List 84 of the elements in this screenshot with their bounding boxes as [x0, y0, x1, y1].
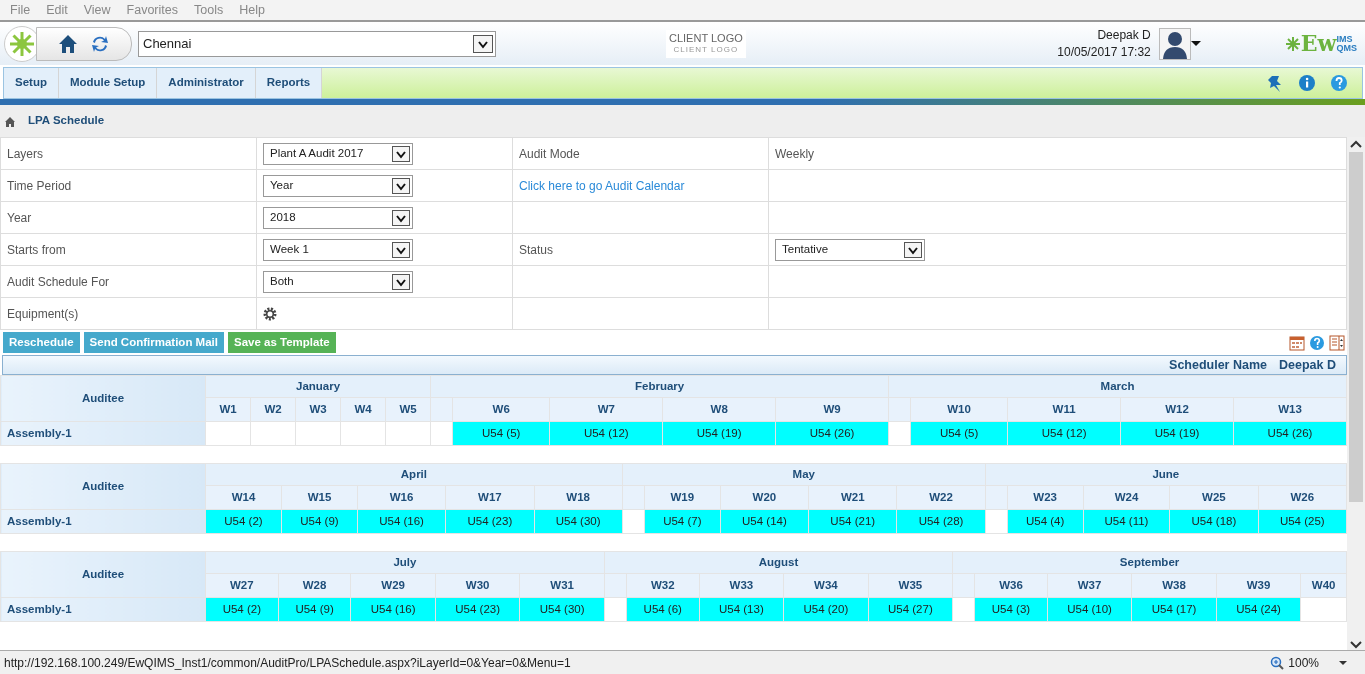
dropdown[interactable]: Both [263, 270, 413, 293]
schedule-cell[interactable]: U54 (12) [1007, 421, 1121, 446]
month-header: July [205, 551, 605, 574]
month-header: May [622, 463, 986, 486]
week-header: W16 [357, 485, 446, 510]
menu-tab[interactable]: Module Setup [58, 68, 158, 98]
schedule-cell[interactable]: U54 (21) [808, 509, 897, 534]
month-header: February [430, 375, 889, 398]
brand-text: Ew [1300, 29, 1337, 58]
dropdown[interactable]: Tentative [775, 238, 925, 261]
field-label: Status [519, 242, 554, 257]
week-header: W35 [868, 573, 953, 598]
menu-tab[interactable]: Administrator [157, 68, 256, 98]
field-label: Weekly [775, 146, 815, 161]
schedule-cell[interactable]: U54 (16) [357, 509, 446, 534]
schedule-cell[interactable]: U54 (10) [1047, 597, 1132, 622]
month-header: April [205, 463, 623, 486]
field-label: Layers [7, 146, 44, 161]
month-header: June [985, 463, 1347, 486]
month-header: September [952, 551, 1347, 574]
schedule-cell[interactable]: U54 (11) [1083, 509, 1170, 534]
dropdown[interactable]: Year [263, 174, 413, 197]
menu-tab[interactable]: Setup [4, 68, 59, 98]
field-label: Year [7, 210, 32, 225]
field-label: Starts from [7, 242, 66, 257]
week-header: W33 [699, 573, 784, 598]
schedule-cell[interactable]: U54 (14) [720, 509, 809, 534]
schedule-cell[interactable]: U54 (23) [435, 597, 520, 622]
schedule-cell[interactable]: U54 (5) [452, 421, 550, 446]
brand-text: IMS [1336, 34, 1354, 44]
field-label: Audit Schedule For [7, 274, 110, 289]
page-title: LPA Schedule [28, 113, 105, 129]
week-header: W7 [549, 397, 663, 422]
user-name: Deepak D [1096, 27, 1151, 44]
week-header: W26 [1258, 485, 1347, 510]
client-logo: CLIENT LOGO CLIENT LOGO [666, 29, 746, 58]
schedule-cell[interactable]: U54 (24) [1216, 597, 1301, 622]
column-header: Auditee [0, 375, 206, 422]
week-header: W37 [1047, 573, 1132, 598]
schedule-cell[interactable]: U54 (27) [868, 597, 953, 622]
schedule-cell[interactable]: U54 (30) [534, 509, 623, 534]
schedule-cell[interactable]: U54 (19) [662, 421, 776, 446]
week-header: W30 [435, 573, 520, 598]
schedule-cell[interactable]: U54 (13) [699, 597, 784, 622]
row-header: Assembly-1 [0, 509, 206, 534]
week-header: W24 [1083, 485, 1170, 510]
schedule-cell[interactable]: U54 (12) [549, 421, 663, 446]
status-url: http://192.168.100.249/EwQIMS_Inst1/common/AuditPro/LPASchedule.aspx?iLayerId=0&Year=0&Menu=1 [4, 654, 571, 672]
column-header: Auditee [0, 551, 206, 598]
schedule-cell[interactable]: U54 (26) [1233, 421, 1347, 446]
location-select[interactable]: Chennai [138, 30, 496, 57]
menu-tab[interactable]: Reports [255, 68, 323, 98]
schedule-cell[interactable]: U54 (5) [910, 421, 1008, 446]
scheduler-label: Scheduler Name [1169, 356, 1267, 374]
dropdown[interactable]: Plant A Audit 2017 [263, 142, 413, 165]
week-header: W11 [1007, 397, 1121, 422]
brand-text: QMS [1336, 43, 1357, 53]
dropdown[interactable]: 2018 [263, 206, 413, 229]
month-header: March [888, 375, 1347, 398]
scheduler-name: Deepak D [1279, 356, 1336, 374]
column-header: Auditee [0, 463, 206, 510]
field-label: Equipment(s) [7, 306, 79, 321]
week-header: W12 [1120, 397, 1234, 422]
row-header: Assembly-1 [0, 597, 206, 622]
week-header: W8 [662, 397, 776, 422]
week-header: W21 [808, 485, 897, 510]
week-header: W18 [534, 485, 623, 510]
schedule-cell[interactable]: U54 (25) [1258, 509, 1347, 534]
week-header: W6 [452, 397, 550, 422]
week-header: W39 [1216, 573, 1301, 598]
week-header: W9 [775, 397, 889, 422]
row-header: Assembly-1 [0, 421, 206, 446]
schedule-cell[interactable]: U54 (19) [1120, 421, 1234, 446]
week-header: W10 [910, 397, 1008, 422]
zoom-level[interactable]: 100% [1288, 653, 1319, 672]
schedule-cell[interactable]: U54 (26) [775, 421, 889, 446]
week-header: W13 [1233, 397, 1347, 422]
month-header: January [205, 375, 431, 398]
field-label: Time Period [7, 178, 72, 193]
week-header: W20 [720, 485, 809, 510]
dropdown[interactable]: Week 1 [263, 238, 413, 261]
date-time: 10/05/2017 17:32 [1057, 43, 1151, 60]
field-label: Audit Mode [519, 146, 580, 161]
month-header: August [604, 551, 953, 574]
